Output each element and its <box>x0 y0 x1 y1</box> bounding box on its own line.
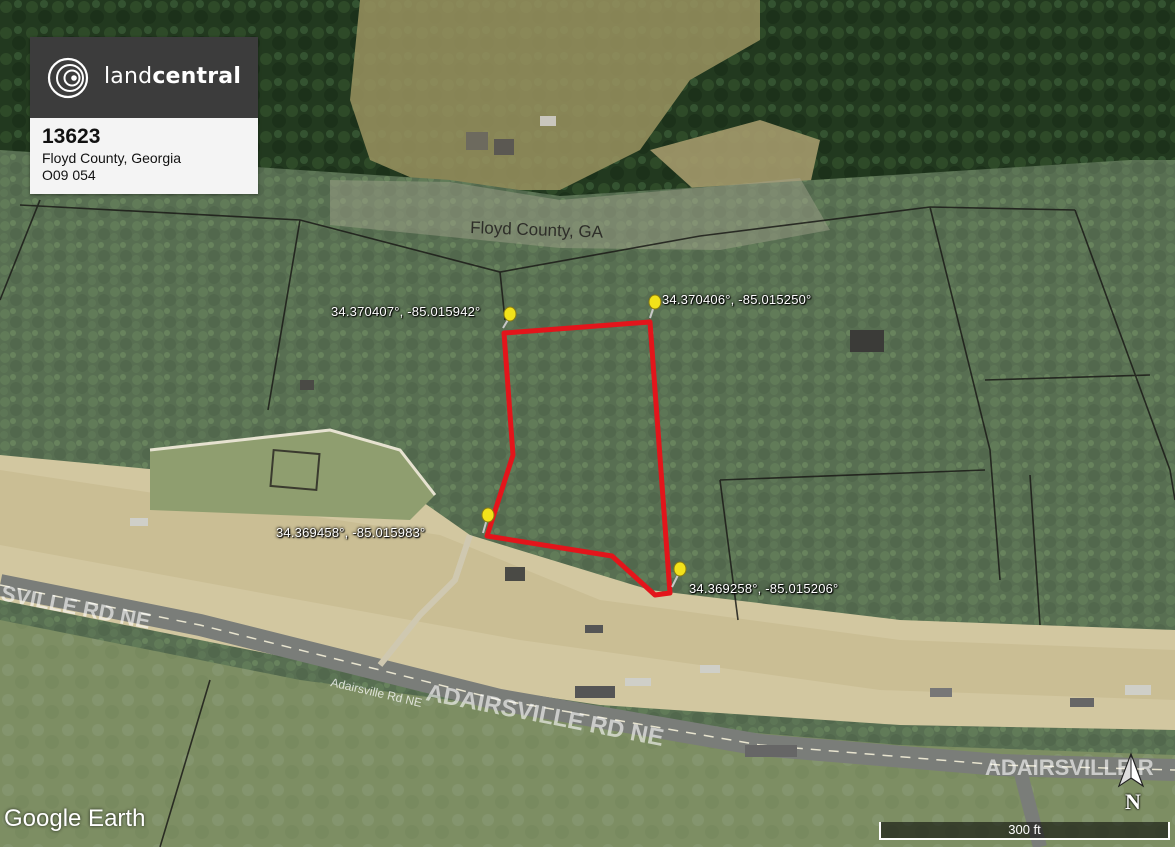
building <box>494 139 514 155</box>
parcel-details: 13623 Floyd County, Georgia O09 054 <box>30 118 258 194</box>
building <box>540 116 556 126</box>
logo-text: landcentral <box>104 64 242 89</box>
coordinate-label-nw: 34.370407°, -85.015942° <box>331 304 481 319</box>
scale-label: 300 ft <box>1008 822 1041 837</box>
landcentral-logo-icon <box>47 57 89 99</box>
logo-bar: landcentral <box>30 37 258 118</box>
north-label: N <box>1125 789 1141 814</box>
building <box>466 132 488 150</box>
parcel-number: O09 054 <box>42 167 96 183</box>
scale-bar: 300 ft <box>879 822 1170 840</box>
coordinate-label-se: 34.369258°, -85.015206° <box>689 581 839 596</box>
coordinate-label-ne: 34.370406°, -85.015250° <box>662 292 812 307</box>
parcel-info-panel: landcentral 13623 Floyd County, Georgia … <box>30 37 258 194</box>
county-state: Floyd County, Georgia <box>42 150 182 166</box>
parcel-id: 13623 <box>42 125 101 148</box>
coordinate-label-sw: 34.369458°, -85.015983° <box>276 525 426 540</box>
google-earth-watermark: Google Earth <box>4 805 146 832</box>
